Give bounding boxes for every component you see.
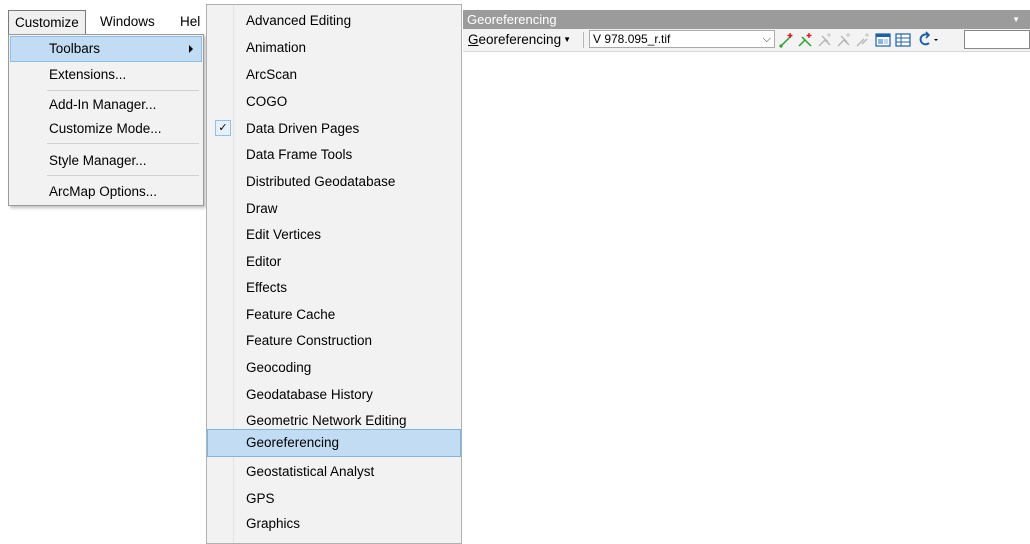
menu-item-label: Toolbars — [49, 41, 101, 56]
menu-separator — [47, 175, 199, 176]
menu-item-arcmap-options[interactable]: ArcMap Options... — [11, 180, 201, 204]
toolbar-title: Georeferencing — [467, 12, 557, 27]
menu-windows[interactable]: Windows — [94, 10, 161, 34]
menu-help[interactable]: Hel — [174, 10, 206, 34]
menu-item-label: ArcMap Options... — [49, 184, 158, 199]
menu-item-label: ArcScan — [246, 67, 298, 82]
toolbar-item-data-driven-pages[interactable]: ✓ Data Driven Pages — [208, 116, 460, 142]
menu-item-label: Data Frame Tools — [246, 147, 353, 162]
toolbar-separator — [583, 32, 584, 48]
dropdown-arrow-icon: ▼ — [563, 35, 571, 45]
menu-item-label: Add-In Manager... — [49, 97, 157, 112]
check-icon: ✓ — [215, 120, 231, 136]
toolbar-item-advanced-editing[interactable]: Advanced Editing — [208, 8, 460, 34]
menu-item-label: Georeferencing — [246, 435, 340, 450]
submenu-arrow-icon — [189, 45, 193, 53]
auto-registration-icon[interactable] — [797, 31, 815, 49]
toolbar-item-graphics[interactable]: Graphics — [208, 511, 460, 537]
menu-item-label: Edit Vertices — [246, 227, 322, 242]
toolbar-item-data-frame-tools[interactable]: Data Frame Tools — [208, 142, 460, 168]
menu-item-label: Geostatistical Analyst — [246, 464, 375, 479]
toolbar-item-geocoding[interactable]: Geocoding — [208, 355, 460, 381]
layer-select[interactable]: V 978.095_r.tif ⌵ — [589, 30, 775, 48]
menu-item-addin-manager[interactable]: Add-In Manager... — [11, 93, 201, 117]
menu-separator — [47, 143, 199, 144]
menu-item-extensions[interactable]: Extensions... — [11, 63, 201, 87]
toolbar-item-animation[interactable]: Animation — [208, 35, 460, 61]
add-control-points-icon[interactable] — [778, 31, 796, 49]
toolbars-submenu: Advanced Editing Animation ArcScan COGO … — [206, 4, 462, 544]
georeferencing-menu[interactable]: Georeferencing ▼ — [468, 29, 571, 51]
toolbar-item-georeferencing[interactable]: Georeferencing — [207, 429, 461, 457]
menu-item-label: Advanced Editing — [246, 13, 352, 28]
view-link-table-icon[interactable] — [894, 31, 912, 49]
menu-item-label: Geocoding — [246, 360, 312, 375]
menu-item-label: Effects — [246, 280, 288, 295]
menu-item-toolbars[interactable]: Toolbars — [10, 36, 202, 62]
menu-item-label: Draw — [246, 201, 278, 216]
toolbar-item-distributed-geodatabase[interactable]: Distributed Geodatabase — [208, 169, 460, 195]
menu-customize[interactable]: Customize — [8, 10, 86, 34]
menu-item-label: Editor — [246, 254, 282, 269]
menu-item-label: Feature Cache — [246, 307, 336, 322]
toolbar-item-edit-vertices[interactable]: Edit Vertices — [208, 222, 460, 248]
menu-item-label: Style Manager... — [49, 153, 147, 168]
georeferencing-toolbar-window: Georeferencing ▼ Georeferencing ▼ V 978.0… — [463, 10, 1030, 64]
menu-item-label: Distributed Geodatabase — [246, 174, 396, 189]
toolbar-item-arcscan[interactable]: ArcScan — [208, 62, 460, 88]
chevron-down-icon: ⌵ — [762, 33, 771, 45]
toolbar-item-draw[interactable]: Draw — [208, 196, 460, 222]
toolbar-item-cogo[interactable]: COGO — [208, 89, 460, 115]
menu-item-label: Graphics — [246, 516, 301, 531]
menu-label: eoreferencing — [478, 32, 562, 47]
menu-item-label: Feature Construction — [246, 333, 373, 348]
rotate-icon[interactable] — [915, 31, 941, 49]
menu-item-customize-mode[interactable]: Customize Mode... — [11, 117, 201, 141]
toolbar-item-editor[interactable]: Editor — [208, 249, 460, 275]
toolbar-item-feature-cache[interactable]: Feature Cache — [208, 302, 460, 328]
scale-input[interactable] — [964, 30, 1030, 49]
menu-item-label: Data Driven Pages — [246, 121, 360, 136]
toolbar-item-geodatabase-history[interactable]: Geodatabase History — [208, 382, 460, 408]
menu-item-label: Animation — [246, 40, 307, 55]
menu-item-label: Geodatabase History — [246, 387, 373, 402]
select-link-icon[interactable] — [816, 31, 834, 49]
menu-bar: Customize Windows Hel — [8, 10, 204, 34]
layer-select-value: V 978.095_r.tif — [593, 32, 671, 46]
delete-link-icon[interactable] — [854, 31, 872, 49]
menu-item-label: Extensions... — [49, 67, 127, 82]
toolbar-options-icon[interactable]: ▼ — [1012, 10, 1020, 29]
menu-item-label: COGO — [246, 94, 288, 109]
toolbar-title-bar[interactable]: Georeferencing ▼ — [463, 10, 1030, 29]
toolbar-item-feature-construction[interactable]: Feature Construction — [208, 328, 460, 354]
zoom-to-selected-link-icon[interactable] — [835, 31, 853, 49]
menu-item-label: Customize Mode... — [49, 121, 162, 136]
menu-separator — [47, 90, 199, 91]
customize-dropdown: Toolbars Extensions... Add-In Manager...… — [8, 34, 204, 206]
viewer-icon[interactable] — [874, 31, 892, 49]
georeferencing-toolbar: Georeferencing ▼ V 978.095_r.tif ⌵ — [463, 29, 1030, 52]
menu-item-label: GPS — [246, 491, 275, 506]
toolbar-item-effects[interactable]: Effects — [208, 275, 460, 301]
toolbar-item-gps[interactable]: GPS — [208, 486, 460, 512]
menu-mnemonic: G — [468, 32, 479, 47]
toolbar-item-geostatistical-analyst[interactable]: Geostatistical Analyst — [208, 459, 460, 485]
menu-item-style-manager[interactable]: Style Manager... — [11, 149, 201, 173]
